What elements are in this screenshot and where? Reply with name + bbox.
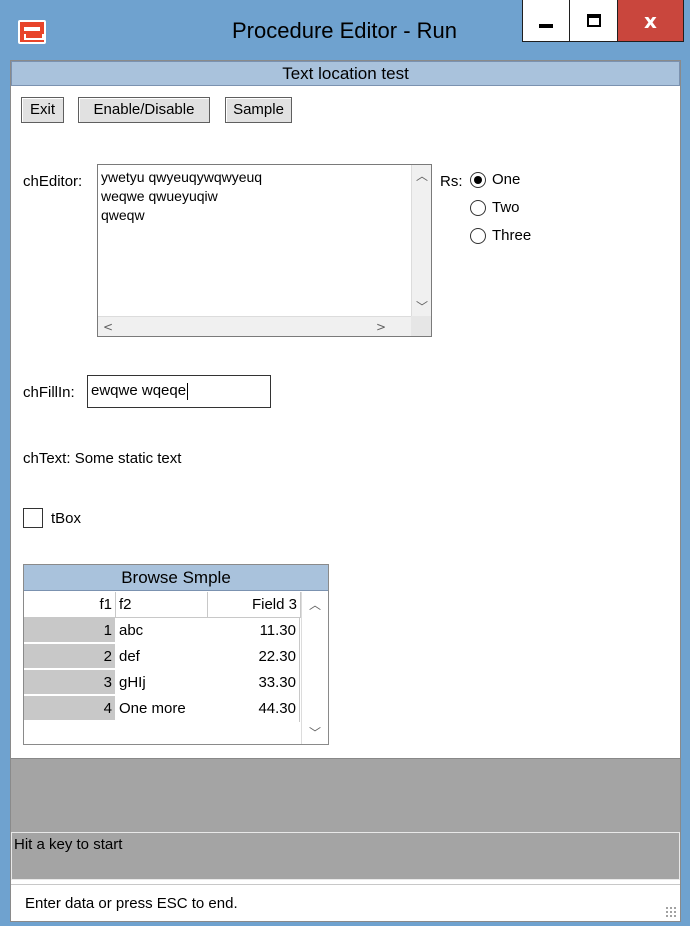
maximize-icon bbox=[586, 14, 601, 27]
row-cell-f1: 2 bbox=[24, 644, 115, 669]
column-header-f2[interactable]: f2 bbox=[116, 592, 208, 618]
column-header-f1[interactable]: f1 bbox=[24, 592, 116, 618]
close-icon: x bbox=[644, 8, 657, 33]
radio-button-icon[interactable] bbox=[470, 171, 486, 188]
browse-title: Browse Smple bbox=[24, 565, 328, 591]
row-cell-f2: One more bbox=[119, 700, 186, 717]
radio-option-label: Two bbox=[492, 199, 520, 216]
radio-option-two[interactable]: Two bbox=[470, 199, 520, 216]
resize-grip-icon[interactable] bbox=[665, 906, 677, 918]
radio-option-three[interactable]: Three bbox=[470, 227, 531, 244]
procedure-editor-window: Procedure Editor - Run x Text location t… bbox=[0, 0, 690, 926]
static-text-row: chText: Some static text bbox=[23, 450, 181, 467]
row-cell-field3: 22.30 bbox=[208, 644, 300, 670]
radio-button-icon[interactable] bbox=[470, 227, 486, 244]
radio-label: Rs: bbox=[440, 173, 463, 190]
row-cell-field3: 11.30 bbox=[208, 618, 300, 644]
browse-vertical-scrollbar[interactable]: ︿ ﹀ bbox=[301, 592, 328, 744]
scroll-up-icon[interactable]: ︿ bbox=[412, 165, 432, 185]
scroll-down-icon[interactable]: ﹀ bbox=[305, 722, 325, 742]
client-area: Text location test Exit Enable/Disable S… bbox=[10, 60, 681, 922]
scroll-down-icon[interactable]: ﹀ bbox=[412, 296, 432, 316]
maximize-button[interactable] bbox=[570, 0, 618, 42]
static-text-value: Some static text bbox=[74, 450, 182, 467]
editor-vertical-scrollbar[interactable]: ︿ ﹀ bbox=[411, 165, 431, 316]
row-cell-f1: 3 bbox=[24, 670, 115, 695]
scroll-left-icon[interactable]: < bbox=[98, 317, 118, 337]
editor-text[interactable]: ywetyu qwyeuqywqwyeuq weqwe qwueyuqiw qw… bbox=[98, 165, 411, 316]
row-cell-f2: gHIj bbox=[119, 674, 146, 691]
empty-frame-area bbox=[11, 758, 680, 832]
fillin-label: chFillIn: bbox=[23, 384, 75, 401]
minimize-button[interactable] bbox=[522, 0, 570, 42]
browse-table[interactable]: Browse Smple f1 f2 Field 3 1 abc 11.30 2… bbox=[23, 564, 329, 745]
row-cell-f2: def bbox=[119, 648, 140, 665]
editor-label: chEditor: bbox=[23, 173, 83, 190]
frame-title: Text location test bbox=[11, 61, 680, 86]
title-bar[interactable]: Procedure Editor - Run x bbox=[0, 0, 690, 60]
enable-disable-button[interactable]: Enable/Disable bbox=[78, 97, 210, 123]
table-row[interactable]: 4 One more 44.30 bbox=[24, 696, 301, 722]
minimize-icon bbox=[539, 23, 553, 28]
status-text: Enter data or press ESC to end. bbox=[25, 895, 238, 912]
window-title: Procedure Editor - Run bbox=[232, 18, 457, 43]
radio-option-label: Three bbox=[492, 227, 532, 244]
row-cell-f1: 1 bbox=[24, 618, 115, 643]
fillin-field[interactable]: ewqwe wqeqe bbox=[87, 375, 271, 408]
text-caret bbox=[187, 382, 189, 400]
tbox-checkbox[interactable] bbox=[23, 508, 43, 528]
scroll-right-icon[interactable]: > bbox=[371, 317, 391, 337]
close-button[interactable]: x bbox=[618, 0, 684, 42]
app-icon[interactable] bbox=[18, 20, 46, 44]
table-row[interactable]: 1 abc 11.30 bbox=[24, 618, 301, 644]
scroll-up-icon[interactable]: ︿ bbox=[305, 594, 325, 614]
exit-button[interactable]: Exit bbox=[21, 97, 64, 123]
editor-horizontal-scrollbar[interactable]: < > bbox=[98, 316, 411, 336]
row-cell-f2: abc bbox=[119, 622, 144, 639]
column-header-field3[interactable]: Field 3 bbox=[208, 592, 301, 618]
editor-field[interactable]: ywetyu qwyeuqywqwyeuq weqwe qwueyuqiw qw… bbox=[97, 164, 432, 337]
checkbox-label: tBox bbox=[51, 510, 82, 527]
fillin-value: ewqwe wqeqe bbox=[91, 382, 187, 399]
status-bar: Enter data or press ESC to end. bbox=[11, 884, 680, 921]
radio-option-one[interactable]: One bbox=[470, 171, 520, 188]
radio-option-label: One bbox=[492, 171, 521, 188]
scrollbar-corner bbox=[411, 316, 431, 336]
sample-button[interactable]: Sample bbox=[225, 97, 292, 123]
table-row[interactable]: 3 gHIj 33.30 bbox=[24, 670, 301, 696]
radio-button-icon[interactable] bbox=[470, 199, 486, 216]
row-cell-field3: 44.30 bbox=[208, 696, 300, 722]
row-cell-f1: 4 bbox=[24, 696, 115, 721]
message-area: Hit a key to start bbox=[11, 832, 680, 880]
row-cell-field3: 33.30 bbox=[208, 670, 300, 696]
table-row[interactable]: 2 def 22.30 bbox=[24, 644, 301, 670]
static-text-label: chText: bbox=[23, 450, 71, 467]
